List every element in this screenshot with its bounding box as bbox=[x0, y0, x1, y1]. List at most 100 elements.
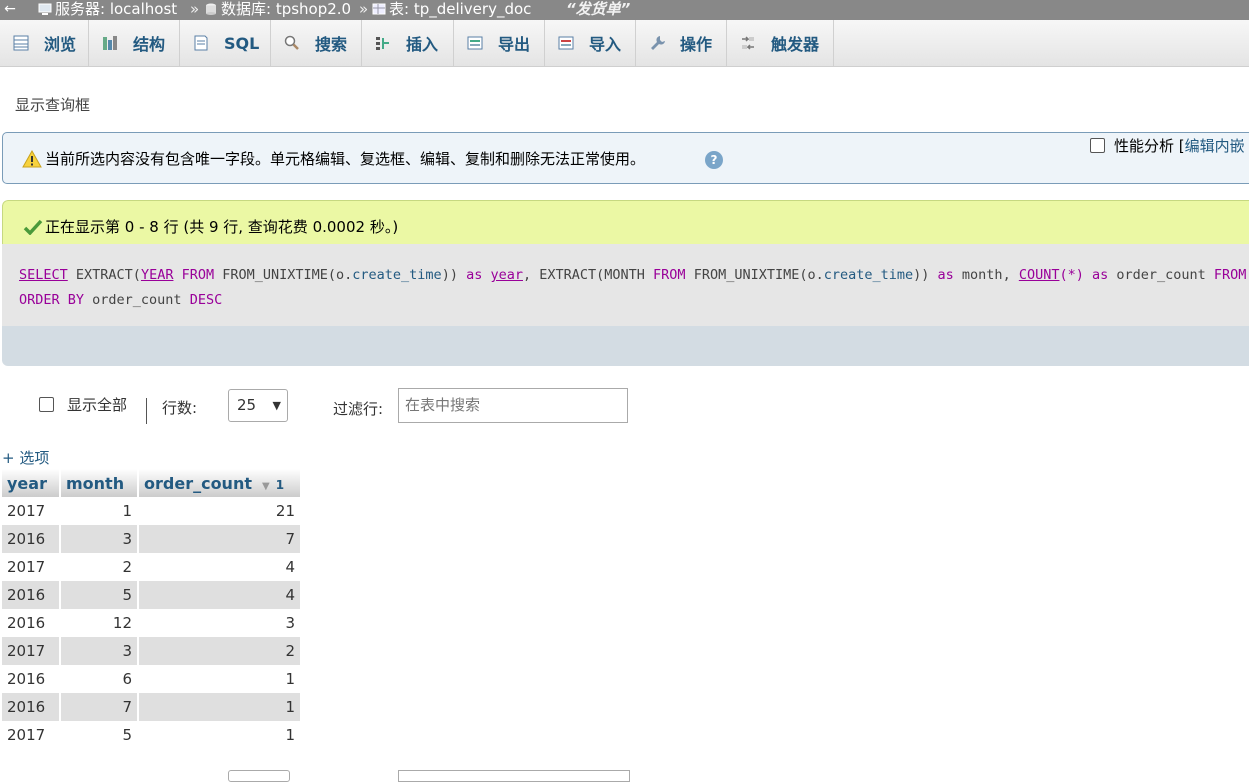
cell-month[interactable]: 3 bbox=[60, 637, 139, 665]
tab-triggers[interactable]: 触发器 bbox=[727, 20, 834, 66]
tab-export[interactable]: 导出 bbox=[454, 20, 545, 66]
column-header-order-count[interactable]: order_count ▼ 1 bbox=[138, 469, 302, 497]
sql-tools-bar bbox=[2, 326, 1249, 366]
cell-year[interactable]: 2017 bbox=[2, 721, 61, 749]
sql-token: FROM_UNIXTIME(o. bbox=[214, 267, 353, 283]
column-header-label: year bbox=[7, 473, 47, 493]
cell-order-count[interactable]: 1 bbox=[138, 693, 302, 721]
tab-search[interactable]: 搜索 bbox=[271, 20, 362, 66]
table-row: 2016 6 1 bbox=[2, 665, 302, 693]
tab-export-label: 导出 bbox=[498, 35, 531, 54]
edit-inline-link[interactable]: 编辑内嵌 bbox=[1185, 137, 1245, 155]
tab-sql[interactable]: SQL bbox=[180, 20, 271, 66]
insert-icon bbox=[376, 37, 389, 50]
breadcrumb-table-label: 表: tp_delivery_doc bbox=[389, 0, 532, 18]
table-row: 2016 7 1 bbox=[2, 693, 302, 721]
table-row: 2017 2 4 bbox=[2, 553, 302, 581]
cell-year[interactable]: 2016 bbox=[2, 693, 61, 721]
breadcrumb-server-label: 服务器: localhost bbox=[55, 0, 178, 18]
tab-insert[interactable]: 插入 bbox=[362, 20, 454, 66]
cell-month[interactable]: 2 bbox=[60, 553, 139, 581]
tab-import-label: 导入 bbox=[589, 35, 622, 54]
profiling-label: 性能分析 bbox=[1114, 137, 1175, 155]
tab-operations[interactable]: 操作 bbox=[636, 20, 727, 66]
cell-year[interactable]: 2016 bbox=[2, 525, 61, 553]
cell-order-count[interactable]: 1 bbox=[138, 665, 302, 693]
table-row: 2016 5 4 bbox=[2, 581, 302, 609]
cell-month[interactable]: 12 bbox=[60, 609, 139, 637]
breadcrumb-database-label: 数据库: tpshop2.0 bbox=[221, 0, 352, 18]
help-icon[interactable]: ? bbox=[705, 151, 723, 169]
tab-sql-label: SQL bbox=[224, 33, 260, 53]
cell-order-count[interactable]: 4 bbox=[138, 581, 302, 609]
show-all-label: 显示全部 bbox=[67, 396, 128, 414]
cell-month[interactable]: 5 bbox=[60, 721, 139, 749]
cell-month[interactable]: 1 bbox=[60, 497, 139, 525]
cell-order-count[interactable]: 7 bbox=[138, 525, 302, 553]
column-header-label: month bbox=[66, 473, 125, 493]
tab-triggers-label: 触发器 bbox=[771, 35, 820, 54]
cell-year[interactable]: 2016 bbox=[2, 609, 61, 637]
rows-per-page-value: 25 bbox=[237, 396, 257, 414]
sql-token: EXTRACT( bbox=[67, 267, 141, 283]
show-query-box-link[interactable]: 显示查询框 bbox=[15, 94, 90, 115]
cell-order-count[interactable]: 4 bbox=[138, 553, 302, 581]
cell-month[interactable]: 5 bbox=[60, 581, 139, 609]
cell-year[interactable]: 2017 bbox=[2, 497, 61, 525]
search-icon bbox=[284, 35, 299, 50]
tab-bar: 浏览 结构 SQL 搜索 插入 导出 导入 操作 触发器 bbox=[0, 20, 1249, 67]
database-icon bbox=[206, 3, 216, 15]
browse-icon bbox=[13, 35, 29, 51]
cell-order-count[interactable]: 21 bbox=[138, 497, 302, 525]
cell-year[interactable]: 2016 bbox=[2, 665, 61, 693]
tab-browse[interactable]: 浏览 bbox=[0, 20, 89, 66]
sql-token: YEAR bbox=[140, 267, 174, 283]
sql-token: order_count bbox=[84, 292, 190, 308]
tab-import[interactable]: 导入 bbox=[545, 20, 636, 66]
options-link[interactable]: + 选项 bbox=[2, 447, 49, 468]
structure-icon bbox=[103, 36, 117, 50]
sql-token: order_count bbox=[1108, 267, 1214, 283]
breadcrumb-separator: » bbox=[359, 0, 369, 18]
sql-token: FROM_UNIXTIME(o. bbox=[685, 267, 824, 283]
cell-order-count[interactable]: 2 bbox=[138, 637, 302, 665]
cell-year[interactable]: 2017 bbox=[2, 553, 61, 581]
column-header-year[interactable]: year bbox=[2, 469, 61, 497]
sql-token: , EXTRACT(MONTH bbox=[523, 267, 654, 283]
sql-token: create_time bbox=[352, 267, 442, 283]
breadcrumb-table[interactable]: 表: tp_delivery_doc bbox=[372, 0, 531, 18]
filter-rows-input-bottom[interactable] bbox=[398, 770, 630, 782]
profiling-option: 性能分析 [编辑内嵌 bbox=[1090, 135, 1245, 156]
cell-month[interactable]: 3 bbox=[60, 525, 139, 553]
triggers-icon bbox=[742, 36, 754, 50]
cell-order-count[interactable]: 3 bbox=[138, 609, 302, 637]
sql-token: month, bbox=[953, 267, 1019, 283]
cell-year[interactable]: 2017 bbox=[2, 637, 61, 665]
cell-month[interactable]: 7 bbox=[60, 693, 139, 721]
column-header-month[interactable]: month bbox=[60, 469, 139, 497]
table-row: 2016 3 7 bbox=[2, 525, 302, 553]
cell-year[interactable]: 2016 bbox=[2, 581, 61, 609]
back-arrow-icon[interactable]: ← bbox=[2, 0, 18, 18]
show-all-checkbox[interactable] bbox=[39, 397, 54, 412]
table-icon bbox=[372, 3, 386, 15]
rows-per-page-select-bottom[interactable] bbox=[228, 770, 290, 782]
breadcrumb-server[interactable]: 服务器: localhost bbox=[38, 0, 177, 18]
results-table: year month order_count ▼ 1 2017 1 21 2016 3 7 … bbox=[2, 469, 302, 749]
sql-token: as bbox=[1091, 267, 1109, 283]
table-row: 2017 3 2 bbox=[2, 637, 302, 665]
sql-token: (*) bbox=[1059, 267, 1092, 283]
profiling-checkbox[interactable] bbox=[1090, 138, 1105, 153]
sql-token: )) bbox=[441, 267, 467, 283]
tab-structure[interactable]: 结构 bbox=[89, 20, 180, 66]
breadcrumb-database[interactable]: 数据库: tpshop2.0 bbox=[204, 0, 351, 18]
cell-order-count[interactable]: 1 bbox=[138, 721, 302, 749]
sql-token: COUNT bbox=[1018, 267, 1060, 283]
filter-rows-label: 过滤行: bbox=[333, 400, 384, 418]
sql-query-display[interactable]: SELECT EXTRACT(YEAR FROM FROM_UNIXTIME(o… bbox=[2, 244, 1249, 326]
table-comment: “发货单” bbox=[566, 0, 631, 18]
filter-rows-input[interactable]: 在表中搜索 bbox=[398, 388, 628, 423]
sql-token: )) bbox=[913, 267, 938, 283]
rows-per-page-select[interactable]: 25 ▼ bbox=[228, 389, 288, 422]
cell-month[interactable]: 6 bbox=[60, 665, 139, 693]
